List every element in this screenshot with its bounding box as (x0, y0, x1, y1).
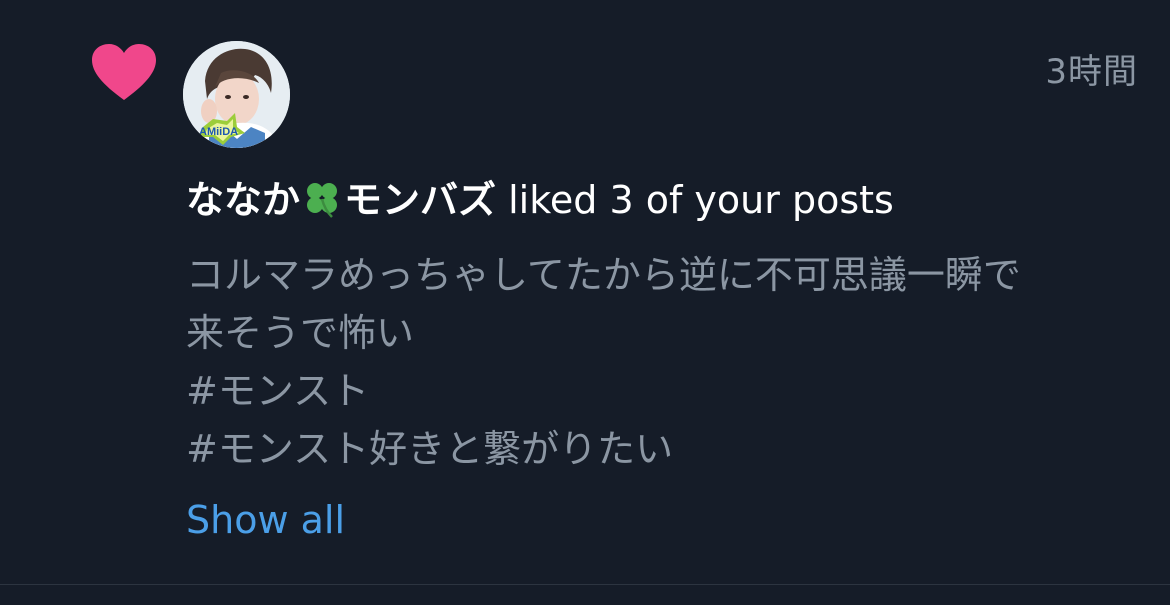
heart-icon (92, 44, 156, 100)
notification-item[interactable]: AMiiDA 3時間 ななか モンバズ liked 3 of your post… (0, 0, 1170, 585)
post-line: コルマラめっちゃしてたから逆に不可思議一瞬で (186, 253, 1021, 297)
svg-text:AMiiDA: AMiiDA (199, 126, 238, 138)
show-all-link[interactable]: Show all (186, 498, 345, 542)
user-name-prefix: ななか (186, 178, 301, 222)
post-line: 来そうで怖い (186, 311, 415, 355)
avatar-image: AMiiDA (183, 41, 290, 148)
hashtag[interactable]: #モンスト (186, 362, 1136, 420)
notification-headline: ななか モンバズ liked 3 of your posts (186, 174, 894, 226)
hashtag[interactable]: #モンスト好きと繋がりたい (186, 420, 1136, 478)
timestamp: 3時間 (1045, 52, 1138, 92)
divider (0, 584, 1170, 585)
user-name-suffix: モンバズ (344, 178, 497, 222)
four-leaf-clover-icon (307, 183, 338, 218)
post-preview[interactable]: コルマラめっちゃしてたから逆に不可思議一瞬で 来そうで怖い #モンスト #モンス… (186, 246, 1136, 478)
avatar[interactable]: AMiiDA (183, 41, 290, 148)
action-text: liked 3 of your posts (508, 178, 894, 222)
user-name[interactable]: ななか モンバズ (186, 178, 496, 222)
